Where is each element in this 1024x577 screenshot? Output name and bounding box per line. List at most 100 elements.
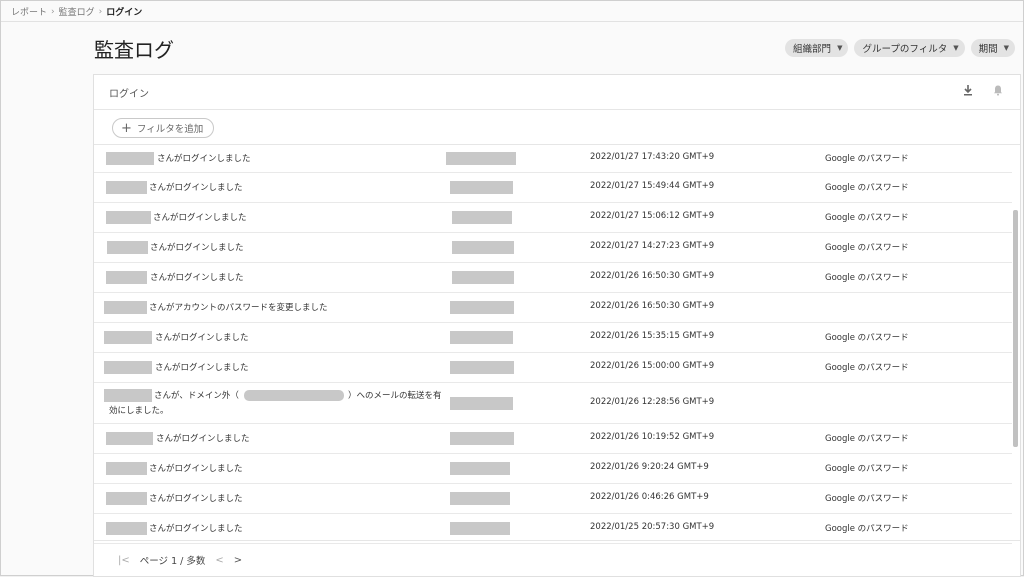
- next-page-icon[interactable]: >: [234, 555, 242, 566]
- pagination: |< ページ 1 / 多数 < >: [118, 553, 242, 568]
- table-row[interactable]: さんがログインしました 2022/01/26 16:50:30 GMT+9 Go…: [94, 263, 1012, 293]
- table-row[interactable]: さんがログインしました 2022/01/27 17:43:20 GMT+9 Go…: [94, 145, 1012, 173]
- event-time: 2022/01/27 14:27:23 GMT+9: [590, 241, 715, 251]
- log-table: さんがログインしました 2022/01/27 17:43:20 GMT+9 Go…: [94, 145, 1012, 544]
- redacted-user: [106, 211, 151, 224]
- redacted-user: [106, 432, 153, 445]
- event-time: 2022/01/26 10:19:52 GMT+9: [590, 432, 715, 442]
- group-filter[interactable]: グループのフィルタ ▼: [854, 39, 965, 57]
- table-row[interactable]: さんがログインしました 2022/01/27 14:27:23 GMT+9 Go…: [94, 233, 1012, 263]
- prev-page-icon[interactable]: <: [215, 555, 223, 566]
- period-filter[interactable]: 期間 ▼: [970, 39, 1015, 57]
- divider: [1, 21, 1023, 22]
- app-frame: レポート › 監査ログ › ログイン 監査ログ 組織部門 ▼ グループのフィルタ…: [0, 0, 1024, 577]
- event-description: さんが、ドメイン外（: [154, 391, 239, 401]
- event-time: 2022/01/26 12:28:56 GMT+9: [590, 397, 715, 407]
- table-row[interactable]: さんがログインしました 2022/01/26 0:46:26 GMT+9 Goo…: [94, 484, 1012, 514]
- event-description: さんがログインしました: [149, 494, 243, 504]
- event-description: さんがログインしました: [150, 273, 244, 283]
- event-time: 2022/01/26 0:46:26 GMT+9: [590, 492, 709, 502]
- plus-icon: +: [121, 120, 132, 136]
- redacted-user: [106, 181, 147, 194]
- table-row[interactable]: さんがログインしました 2022/01/27 15:49:44 GMT+9 Go…: [94, 173, 1012, 203]
- caret-down-icon: ▼: [837, 44, 843, 52]
- login-method: Google のパスワード: [825, 464, 909, 474]
- breadcrumb-reports[interactable]: レポート: [11, 5, 47, 18]
- event-time: 2022/01/26 15:35:15 GMT+9: [590, 331, 715, 341]
- bell-icon[interactable]: [990, 84, 1006, 100]
- event-description-tail: ）へのメールの転送を有: [348, 391, 442, 401]
- login-method: Google のパスワード: [825, 243, 909, 253]
- chevron-right-icon: ›: [98, 6, 103, 17]
- event-time: 2022/01/27 17:43:20 GMT+9: [590, 152, 715, 162]
- add-filter-button[interactable]: + フィルタを追加: [112, 118, 215, 138]
- breadcrumb-audit-log[interactable]: 監査ログ: [59, 5, 95, 18]
- redacted-ip: [450, 397, 513, 410]
- redacted-user: [106, 152, 154, 165]
- breadcrumb: レポート › 監査ログ › ログイン: [11, 5, 143, 19]
- event-time: 2022/01/26 9:20:24 GMT+9: [590, 462, 709, 472]
- table-footer: |< ページ 1 / 多数 < >: [94, 540, 1020, 577]
- login-method: Google のパスワード: [825, 434, 909, 444]
- login-method: Google のパスワード: [825, 333, 909, 343]
- event-description: さんがログインしました: [150, 243, 244, 253]
- redacted-ip: [446, 152, 516, 165]
- page-indicator: ページ 1 / 多数: [139, 556, 206, 567]
- login-method: Google のパスワード: [825, 213, 909, 223]
- download-icon[interactable]: [960, 84, 976, 100]
- redacted-user: [106, 492, 147, 505]
- redacted-user: [106, 462, 147, 475]
- redacted-ip: [450, 462, 510, 475]
- redacted-ip: [450, 181, 513, 194]
- filter-chips: 組織部門 ▼ グループのフィルタ ▼ 期間 ▼: [785, 39, 1015, 57]
- redacted-user: [104, 331, 152, 344]
- table-row[interactable]: さんがログインしました 2022/01/26 15:35:15 GMT+9 Go…: [94, 323, 1012, 353]
- login-method: Google のパスワード: [825, 494, 909, 504]
- redacted-ip: [450, 301, 514, 314]
- redacted-user: [106, 271, 147, 284]
- redacted-domain: [244, 390, 344, 401]
- redacted-user: [107, 241, 148, 254]
- table-row[interactable]: さんがログインしました 2022/01/27 15:06:12 GMT+9 Go…: [94, 203, 1012, 233]
- login-method: Google のパスワード: [825, 273, 909, 283]
- redacted-user: [106, 522, 147, 535]
- redacted-ip: [452, 271, 514, 284]
- login-method: Google のパスワード: [825, 183, 909, 193]
- redacted-ip: [452, 211, 512, 224]
- chip-label: 期間: [978, 44, 998, 55]
- org-unit-filter[interactable]: 組織部門 ▼: [785, 39, 849, 57]
- event-time: 2022/01/26 16:50:30 GMT+9: [590, 271, 715, 281]
- redacted-user: [104, 301, 147, 314]
- event-description-line2: 効にしました。: [109, 406, 169, 416]
- filter-row: + フィルタを追加: [94, 110, 1020, 145]
- table-row[interactable]: さんがログインしました 2022/01/26 15:00:00 GMT+9 Go…: [94, 353, 1012, 383]
- event-description: さんがログインしました: [149, 524, 243, 534]
- event-time: 2022/01/27 15:06:12 GMT+9: [590, 211, 715, 221]
- card-header: ログイン: [94, 75, 1020, 110]
- event-description: さんがログインしました: [157, 154, 251, 164]
- scrollbar-thumb[interactable]: [1013, 210, 1018, 447]
- first-page-icon[interactable]: |<: [118, 555, 130, 566]
- event-description: さんがログインしました: [153, 213, 247, 223]
- add-filter-label: フィルタを追加: [136, 124, 204, 135]
- table-row[interactable]: さんがログインしました 2022/01/26 10:19:52 GMT+9 Go…: [94, 424, 1012, 454]
- redacted-ip: [450, 331, 513, 344]
- redacted-ip: [450, 522, 510, 535]
- table-row[interactable]: さんがログインしました 2022/01/26 9:20:24 GMT+9 Goo…: [94, 454, 1012, 484]
- page-title: 監査ログ: [94, 38, 174, 62]
- login-method: Google のパスワード: [825, 524, 909, 534]
- event-description: さんがアカウントのパスワードを変更しました: [149, 303, 328, 313]
- audit-log-card: ログイン + フィルタを追加 さんがログインしました 2022/01/27 17…: [93, 74, 1021, 577]
- caret-down-icon: ▼: [953, 44, 959, 52]
- table-row[interactable]: さんがアカウントのパスワードを変更しました 2022/01/26 16:50:3…: [94, 293, 1012, 323]
- event-description: さんがログインしました: [149, 464, 243, 474]
- chip-label: 組織部門: [793, 44, 832, 55]
- redacted-ip: [450, 492, 510, 505]
- redacted-ip: [452, 241, 514, 254]
- event-time: 2022/01/27 15:49:44 GMT+9: [590, 181, 715, 191]
- breadcrumb-login: ログイン: [106, 8, 143, 18]
- event-description: さんがログインしました: [155, 363, 249, 373]
- table-row[interactable]: さんが、ドメイン外（ ）へのメールの転送を有 効にしました。 2022/01/2…: [94, 383, 1012, 424]
- card-title: ログイン: [109, 89, 149, 100]
- redacted-user: [104, 389, 152, 402]
